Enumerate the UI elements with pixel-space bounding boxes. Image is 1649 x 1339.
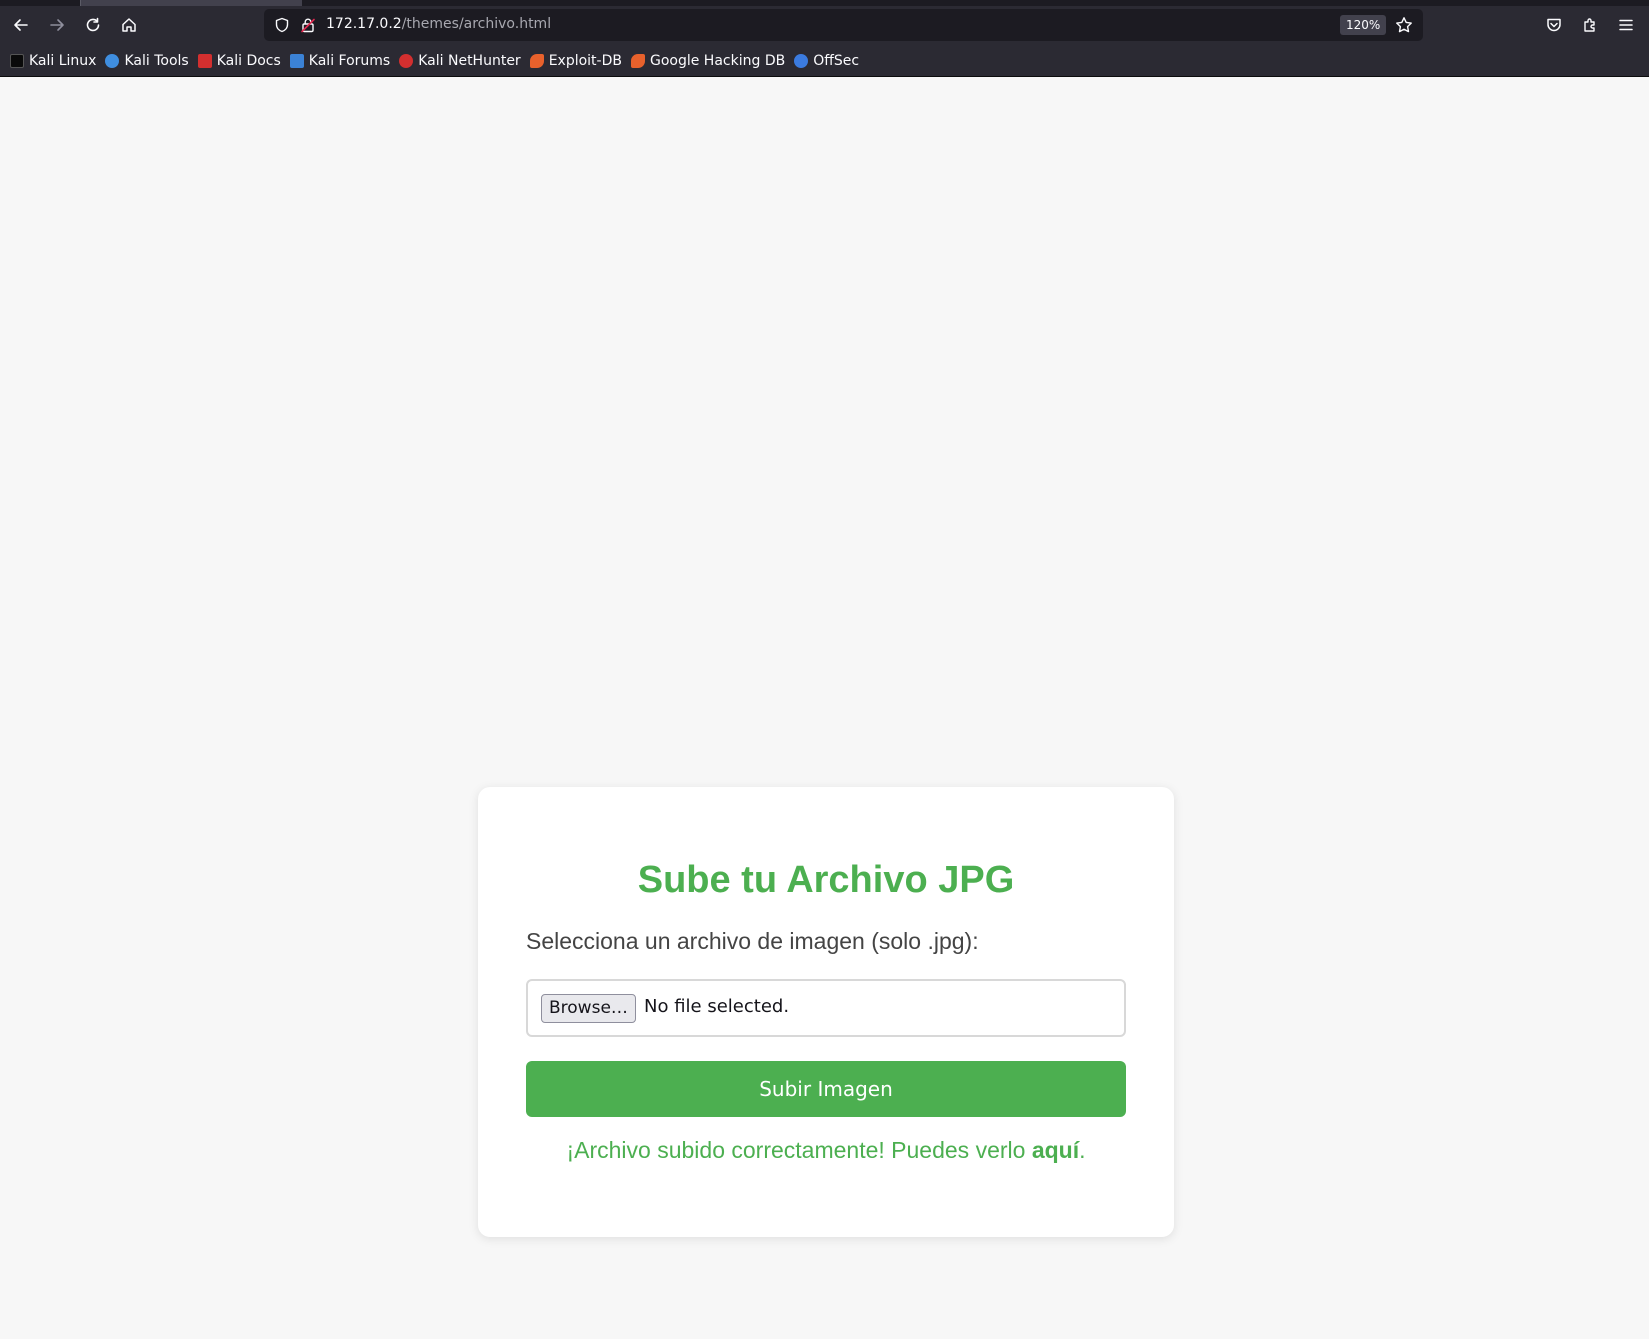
bookmark-kali-forums[interactable]: Kali Forums (288, 49, 395, 73)
bookmark-kali-nethunter[interactable]: Kali NetHunter (397, 49, 525, 73)
home-icon (122, 18, 136, 32)
kali-docs-icon (197, 54, 212, 68)
back-arrow-icon (14, 19, 28, 31)
pocket-button[interactable] (1537, 8, 1571, 42)
bookmark-label: Google Hacking DB (649, 53, 786, 69)
offsec-icon (794, 54, 809, 68)
url-host: 172.17.0.2 (326, 16, 402, 32)
reload-icon (86, 17, 100, 32)
tracking-protection-icon[interactable] (274, 17, 290, 37)
zoom-level-badge[interactable]: 120% (1340, 15, 1387, 35)
url-text[interactable]: 172.17.0.2/themes/archivo.html (326, 16, 551, 32)
nethunter-icon (399, 54, 414, 68)
file-status-text: No file selected. (644, 996, 790, 1017)
kali-dragon-icon (10, 54, 24, 68)
ghdb-icon (630, 54, 645, 68)
browse-button[interactable]: Browse… (541, 994, 636, 1023)
url-path: /themes/archivo.html (401, 16, 552, 32)
reload-button[interactable] (76, 8, 110, 42)
browser-chrome: 172.17.0.2/themes/archivo.html 120% Kali… (0, 0, 1649, 77)
extensions-button[interactable] (1573, 8, 1607, 42)
success-end: . (1079, 1137, 1086, 1163)
pocket-icon (1547, 18, 1561, 32)
exploit-db-icon (529, 54, 544, 68)
file-input[interactable]: Browse… No file selected. (526, 979, 1126, 1037)
bookmarks-toolbar: Kali Linux Kali Tools Kali Docs Kali For… (0, 46, 1649, 76)
bookmark-label: Kali Tools (124, 53, 189, 69)
bookmark-star-icon[interactable] (1395, 16, 1413, 38)
forward-button[interactable] (40, 8, 74, 42)
upload-button[interactable]: Subir Imagen (526, 1061, 1126, 1117)
bookmark-label: Kali NetHunter (418, 53, 521, 69)
home-button[interactable] (112, 8, 146, 42)
forward-arrow-icon (50, 19, 64, 31)
bookmark-kali-docs[interactable]: Kali Docs (196, 49, 286, 73)
bookmark-label: Kali Docs (216, 53, 281, 69)
uploaded-file-link[interactable]: aquí (1032, 1137, 1079, 1163)
kali-forums-icon (289, 54, 304, 68)
page-title: Sube tu Archivo JPG (637, 859, 1015, 901)
bookmark-kali-linux[interactable]: Kali Linux (8, 49, 101, 73)
bookmark-label: Kali Forums (308, 53, 391, 69)
extensions-icon (1584, 18, 1595, 32)
file-field-label: Selecciona un archivo de imagen (solo .j… (526, 928, 979, 954)
navigation-bar: 172.17.0.2/themes/archivo.html 120% (0, 6, 1649, 44)
bookmark-exploit-db[interactable]: Exploit-DB (528, 49, 627, 73)
upload-card: Sube tu Archivo JPG Selecciona un archiv… (478, 787, 1174, 1237)
bookmark-kali-tools[interactable]: Kali Tools (103, 49, 193, 73)
kali-tools-icon (105, 54, 120, 68)
back-button[interactable] (4, 8, 38, 42)
bookmark-label: Kali Linux (29, 53, 97, 69)
upload-button-label: Subir Imagen (759, 1077, 893, 1101)
bookmark-google-hacking-db[interactable]: Google Hacking DB (629, 49, 790, 73)
insecure-lock-icon[interactable] (300, 17, 316, 37)
success-text: ¡Archivo subido correctamente! Puedes ve… (566, 1137, 1032, 1163)
menu-button[interactable] (1609, 8, 1643, 42)
bookmark-label: OffSec (813, 53, 860, 69)
bookmark-label: Exploit-DB (548, 53, 622, 69)
success-message: ¡Archivo subido correctamente! Puedes ve… (478, 1137, 1174, 1164)
hamburger-menu-icon (1619, 19, 1633, 31)
url-bar[interactable]: 172.17.0.2/themes/archivo.html 120% (264, 9, 1423, 41)
bookmark-offsec[interactable]: OffSec (792, 49, 864, 73)
